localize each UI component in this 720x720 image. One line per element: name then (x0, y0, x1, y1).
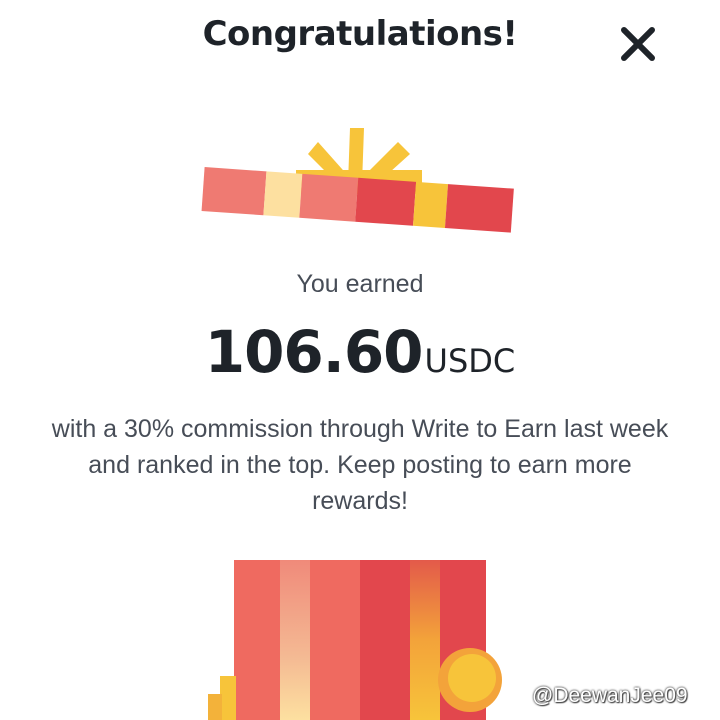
dialog-title: Congratulations! (202, 14, 518, 54)
binance-logo-icon (500, 683, 526, 709)
reward-dialog: Congratulations! You earned 106.60USDC w… (0, 0, 720, 720)
gift-box-icon (208, 560, 502, 720)
watermark: @DeewanJee09 (500, 676, 720, 716)
watermark-text: @DeewanJee09 (532, 684, 688, 707)
close-button[interactable] (618, 24, 658, 64)
gift-bow-icon (201, 128, 514, 233)
earned-label: You earned (296, 270, 424, 298)
reward-message: with a 30% commission through Write to E… (51, 415, 669, 515)
close-icon (621, 27, 655, 61)
reward-currency: USDC (424, 342, 516, 380)
gift-box-illustration (200, 560, 520, 720)
reward-amount: 106.60 (204, 318, 424, 386)
gift-lid-illustration (180, 120, 540, 260)
reward-amount-row: 106.60USDC (0, 318, 720, 386)
